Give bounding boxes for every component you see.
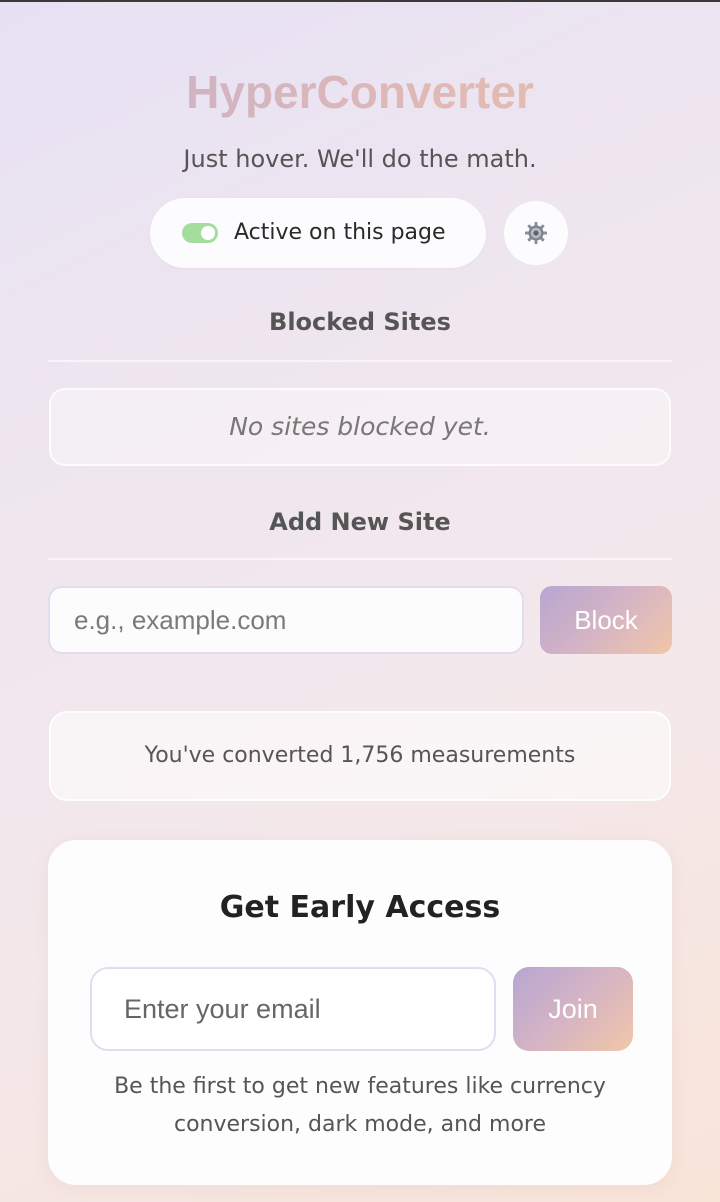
divider: [48, 360, 672, 362]
early-access-card: Get Early Access Join Be the first to ge…: [48, 840, 672, 1185]
tagline: Just hover. We'll do the math.: [183, 145, 537, 173]
extension-popup: HyperConverter Just hover. We'll do the …: [0, 2, 720, 1202]
app-title: HyperConverter: [0, 64, 720, 120]
conversion-stats: You've converted 1,756 measurements: [49, 711, 671, 801]
early-access-note: Be the first to get new features like cu…: [114, 1074, 606, 1137]
add-site-heading: Add New Site: [269, 508, 451, 536]
join-button[interactable]: Join: [513, 967, 633, 1051]
toggle-switch[interactable]: [182, 223, 218, 243]
divider: [48, 558, 672, 560]
block-button[interactable]: Block: [540, 586, 672, 654]
blocked-sites-heading: Blocked Sites: [269, 308, 451, 336]
site-input[interactable]: [48, 586, 524, 654]
active-status-toggle[interactable]: Active on this page: [150, 198, 486, 268]
settings-button[interactable]: [504, 201, 568, 265]
early-access-title: Get Early Access: [219, 890, 501, 925]
status-label: Active on this page: [234, 220, 446, 245]
toggle-knob: [201, 226, 215, 240]
gear-icon: [525, 222, 547, 244]
email-input[interactable]: [90, 967, 496, 1051]
blocked-sites-empty-state: No sites blocked yet.: [49, 388, 671, 466]
